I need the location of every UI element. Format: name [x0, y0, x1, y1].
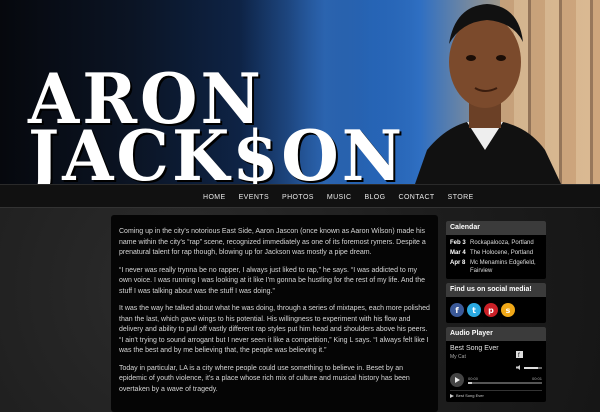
play-icon [455, 377, 460, 383]
artist-portrait [415, 4, 561, 184]
volume-icon [516, 365, 520, 370]
sidebar: Calendar Feb 3 Rockapalooza, Portland Ma… [446, 221, 546, 406]
playlist-track-title: Best Song Ever [456, 393, 484, 398]
nav-events[interactable]: EVENTS [239, 194, 269, 201]
main-navigation: HOME EVENTS PHOTOS MUSIC BLOG CONTACT ST… [0, 184, 600, 208]
bio-paragraph: Coming up in the city's notorious East S… [119, 228, 426, 256]
event-venue: The Holocene, Portland [470, 250, 534, 256]
volume-slider[interactable] [524, 366, 542, 369]
calendar-event[interactable]: Apr 8 Mc Menamins Edgefield, Fairview [446, 258, 546, 276]
seek-bar[interactable] [468, 382, 542, 384]
calendar-event[interactable]: Feb 3 Rockapalooza, Portland [446, 238, 546, 248]
track-title: Best Song Ever [450, 345, 499, 352]
facebook-icon[interactable]: f [450, 303, 464, 317]
event-date: Feb 3 [450, 240, 466, 246]
event-venue: Rockapalooza, Portland [470, 240, 534, 246]
event-date: Mar 4 [450, 250, 466, 256]
play-button[interactable] [450, 373, 464, 387]
twitter-icon[interactable]: t [467, 303, 481, 317]
social-links: f t p s [446, 297, 546, 323]
artist-name-line-2: JACK$ON [28, 114, 406, 184]
volume-level [524, 366, 539, 369]
event-venue: Mc Menamins Edgefield, Fairview [470, 260, 536, 274]
bio-paragraph: Today in particular, LA is a city where … [119, 364, 410, 393]
social-widget: Find us on social media! f t p s [446, 283, 546, 323]
play-small-icon [450, 393, 454, 398]
nav-blog[interactable]: BLOG [364, 194, 385, 201]
pinterest-icon[interactable]: p [484, 303, 498, 317]
header-banner: ARON JACK$ON [0, 0, 600, 184]
volume-control[interactable] [516, 365, 542, 370]
calendar-event[interactable]: Mar 4 The Holocene, Portland [446, 248, 546, 258]
nav-contact[interactable]: CONTACT [399, 194, 435, 201]
social-title: Find us on social media! [446, 283, 546, 297]
bio-paragraph: It was the way he talked about what he w… [119, 305, 430, 354]
audio-player: Best Song Ever My Cat f 00:00 00:01 Best… [446, 341, 546, 402]
total-time: 00:01 [531, 376, 542, 381]
soundcloud-icon[interactable]: s [501, 303, 515, 317]
nav-home[interactable]: HOME [203, 194, 226, 201]
nav-store[interactable]: STORE [448, 194, 474, 201]
seek-progress [468, 382, 472, 384]
timeline: 00:00 00:01 [468, 376, 542, 384]
playlist-item[interactable]: Best Song Ever [450, 390, 542, 398]
audio-player-title: Audio Player [446, 327, 546, 341]
event-date: Apr 8 [450, 260, 466, 266]
calendar-title: Calendar [446, 221, 546, 235]
facebook-share-icon[interactable]: f [516, 351, 523, 359]
calendar-widget: Calendar Feb 3 Rockapalooza, Portland Ma… [446, 221, 546, 279]
bio-paragraph: “I never was really trynna be no rapper,… [119, 266, 425, 295]
nav-music[interactable]: MUSIC [327, 194, 352, 201]
current-time: 00:00 [468, 376, 479, 381]
track-artist: My Cat [450, 354, 466, 360]
bio-content: Coming up in the city's notorious East S… [111, 215, 438, 412]
nav-photos[interactable]: PHOTOS [282, 194, 314, 201]
audio-player-widget: Audio Player Best Song Ever My Cat f 00:… [446, 327, 546, 402]
